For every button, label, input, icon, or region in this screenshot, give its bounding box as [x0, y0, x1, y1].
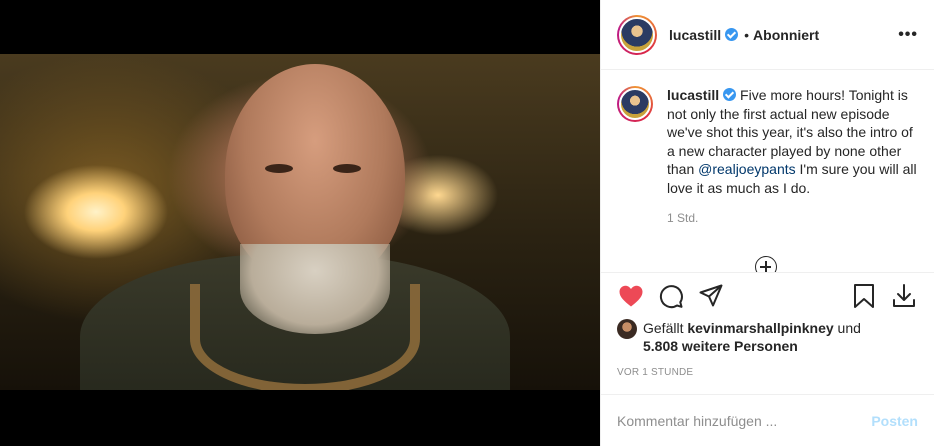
- caption: lucastill Five more hours! Tonight is no…: [617, 86, 918, 197]
- more-icon[interactable]: •••: [898, 26, 918, 44]
- comment-input[interactable]: [617, 412, 872, 429]
- post-header: lucastill • Abonniert •••: [601, 0, 934, 70]
- add-comment-bar: Posten: [601, 394, 934, 446]
- follow-status-button[interactable]: Abonniert: [753, 27, 819, 43]
- caption-mention-link[interactable]: @realjoeypants: [698, 161, 796, 177]
- likes-summary: Gefällt kevinmarshallpinkney und 5.808 w…: [617, 319, 918, 355]
- caption-text: lucastill Five more hours! Tonight is no…: [667, 86, 918, 197]
- likes-prefix: Gefällt: [643, 320, 684, 336]
- download-icon[interactable]: [890, 282, 918, 310]
- photo-eye-left: [265, 164, 293, 173]
- photo-chain: [190, 284, 420, 390]
- avatar-image: [619, 88, 651, 120]
- post-photo[interactable]: [0, 54, 600, 390]
- liker-avatar[interactable]: [617, 319, 637, 339]
- post-date[interactable]: VOR 1 STUNDE: [617, 367, 918, 378]
- share-icon[interactable]: [697, 282, 725, 310]
- likes-text: Gefällt kevinmarshallpinkney und 5.808 w…: [643, 319, 861, 355]
- liked-by-username[interactable]: kevinmarshallpinkney: [687, 320, 833, 336]
- action-icons-right: [838, 282, 918, 310]
- header-username[interactable]: lucastill: [669, 27, 721, 43]
- likes-others-link[interactable]: 5.808 weitere Personen: [643, 338, 798, 354]
- post-media[interactable]: [0, 0, 600, 446]
- caption-time[interactable]: 1 Std.: [667, 211, 918, 225]
- photo-eye-right: [333, 164, 361, 173]
- likes-conjunction: und: [837, 320, 861, 336]
- instagram-post: lucastill • Abonniert ••• lucastill Five…: [0, 0, 934, 446]
- load-more-comments-icon[interactable]: [755, 256, 777, 272]
- heart-icon[interactable]: [617, 282, 645, 310]
- header-avatar[interactable]: [617, 14, 657, 55]
- avatar-image: [619, 16, 655, 53]
- caption-username[interactable]: lucastill: [667, 87, 719, 103]
- action-icons: [617, 273, 918, 313]
- post-sidebar: lucastill • Abonniert ••• lucastill Five…: [600, 0, 934, 446]
- comments-section: lucastill Five more hours! Tonight is no…: [601, 70, 934, 272]
- bookmark-icon[interactable]: [850, 282, 878, 310]
- post-comment-button[interactable]: Posten: [871, 413, 918, 429]
- header-separator: •: [744, 26, 750, 43]
- post-actions: Gefällt kevinmarshallpinkney und 5.808 w…: [601, 272, 934, 378]
- verified-badge-icon: [725, 28, 739, 41]
- comment-icon[interactable]: [657, 282, 685, 310]
- verified-badge-icon: [723, 88, 737, 101]
- caption-avatar[interactable]: [617, 86, 653, 122]
